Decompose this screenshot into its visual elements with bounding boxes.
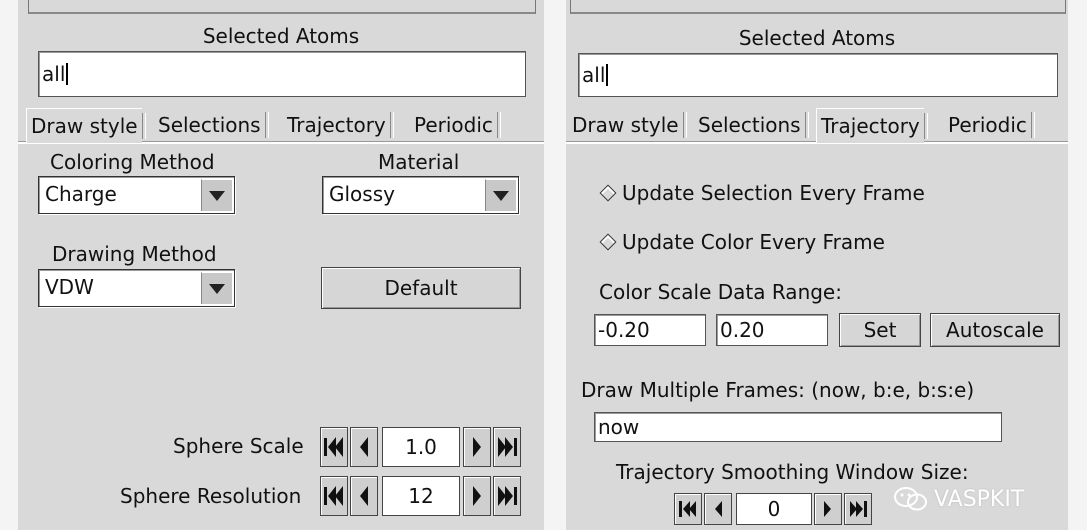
tab-trajectory[interactable]: Trajectory: [283, 108, 394, 142]
sphere-scale-label: Sphere Scale: [173, 434, 304, 458]
drawing-method-value: VDW: [45, 275, 94, 299]
smoothing-decrease-button[interactable]: [704, 493, 732, 525]
tab-periodic[interactable]: Periodic: [944, 108, 1035, 142]
smoothing-increase-button[interactable]: [814, 493, 842, 525]
tab-draw-style[interactable]: Draw style: [568, 108, 687, 142]
right-arrow-icon: [473, 437, 481, 457]
top-divider: [28, 0, 536, 14]
material-label: Material: [378, 150, 460, 174]
double-right-arrow-icon: [850, 501, 867, 517]
diamond-toggle-icon: [599, 233, 617, 251]
sphere-resolution-fast-decrease-button[interactable]: [320, 476, 348, 516]
drawing-method-select[interactable]: VDW: [38, 269, 235, 307]
update-selection-label: Update Selection Every Frame: [622, 181, 925, 205]
tab-bar: Draw style Selections Trajectory Periodi…: [566, 108, 1068, 143]
autoscale-button[interactable]: Autoscale: [930, 313, 1060, 347]
update-selection-toggle[interactable]: Update Selection Every Frame: [599, 181, 925, 205]
sphere-scale-fast-increase-button[interactable]: [493, 427, 521, 467]
double-left-arrow-icon: [324, 437, 343, 457]
tab-periodic[interactable]: Periodic: [410, 108, 501, 142]
range-min-input[interactable]: -0.20: [594, 314, 706, 346]
sphere-resolution-decrease-button[interactable]: [350, 476, 378, 516]
double-right-arrow-icon: [498, 486, 517, 506]
sphere-scale-value[interactable]: 1.0: [382, 427, 460, 467]
smoothing-window-value[interactable]: 0: [736, 493, 812, 525]
coloring-method-value: Charge: [45, 182, 117, 206]
trajectory-panel: Selected Atoms all Draw style Selections…: [566, 0, 1068, 530]
coloring-method-label: Coloring Method: [50, 150, 215, 174]
multiple-frames-input[interactable]: now: [594, 412, 1002, 442]
tab-bar: Draw style Selections Trajectory Periodi…: [18, 108, 544, 143]
sphere-scale-decrease-button[interactable]: [350, 427, 378, 467]
selected-atoms-label: Selected Atoms: [202, 24, 360, 48]
color-scale-range-label: Color Scale Data Range:: [599, 280, 842, 304]
multiple-frames-value: now: [598, 415, 640, 439]
left-arrow-icon: [715, 501, 722, 517]
text-caret: [66, 63, 69, 85]
sphere-resolution-label: Sphere Resolution: [120, 484, 302, 508]
chevron-down-icon: [201, 179, 232, 211]
chat-bubbles-icon: [894, 487, 927, 511]
sphere-scale-increase-button[interactable]: [463, 427, 491, 467]
update-color-toggle[interactable]: Update Color Every Frame: [599, 230, 885, 254]
left-arrow-icon: [360, 486, 368, 506]
range-min-value: -0.20: [598, 318, 650, 342]
selected-atoms-input[interactable]: all: [578, 53, 1058, 97]
sphere-resolution-value[interactable]: 12: [382, 476, 460, 516]
watermark-text: VASPKIT: [934, 486, 1025, 512]
selected-atoms-input[interactable]: all: [38, 51, 526, 97]
sphere-scale-fast-decrease-button[interactable]: [320, 427, 348, 467]
tab-draw-style[interactable]: Draw style: [26, 108, 146, 143]
diamond-toggle-icon: [599, 184, 617, 202]
draw-style-panel: Selected Atoms all Draw style Selections…: [18, 0, 544, 530]
update-color-label: Update Color Every Frame: [622, 230, 885, 254]
smoothing-window-label: Trajectory Smoothing Window Size:: [616, 460, 969, 484]
right-arrow-icon: [473, 486, 481, 506]
sphere-resolution-fast-increase-button[interactable]: [493, 476, 521, 516]
double-right-arrow-icon: [498, 437, 517, 457]
selection-text: all: [582, 63, 606, 87]
material-select[interactable]: Glossy: [322, 176, 519, 214]
smoothing-fast-increase-button[interactable]: [844, 493, 872, 525]
set-button[interactable]: Set: [839, 313, 921, 347]
selected-atoms-label: Selected Atoms: [738, 26, 896, 50]
smoothing-fast-decrease-button[interactable]: [674, 493, 702, 525]
tab-selections[interactable]: Selections: [154, 108, 269, 142]
selection-text: all: [42, 62, 66, 86]
range-max-value: 0.20: [720, 318, 765, 342]
top-divider: [570, 0, 1066, 14]
default-button[interactable]: Default: [321, 267, 521, 309]
sphere-resolution-increase-button[interactable]: [463, 476, 491, 516]
material-value: Glossy: [329, 182, 395, 206]
chevron-down-icon: [201, 272, 232, 304]
drawing-method-label: Drawing Method: [52, 242, 217, 266]
double-left-arrow-icon: [324, 486, 343, 506]
multiple-frames-label: Draw Multiple Frames: (now, b:e, b:s:e): [581, 378, 975, 402]
right-arrow-icon: [824, 501, 831, 517]
range-max-input[interactable]: 0.20: [716, 314, 828, 346]
double-left-arrow-icon: [679, 501, 696, 517]
left-arrow-icon: [360, 437, 368, 457]
chevron-down-icon: [485, 179, 516, 211]
text-caret: [606, 64, 609, 86]
watermark: VASPKIT: [894, 486, 1024, 512]
tab-trajectory[interactable]: Trajectory: [816, 108, 928, 143]
tab-selections[interactable]: Selections: [694, 108, 809, 142]
coloring-method-select[interactable]: Charge: [38, 176, 235, 214]
